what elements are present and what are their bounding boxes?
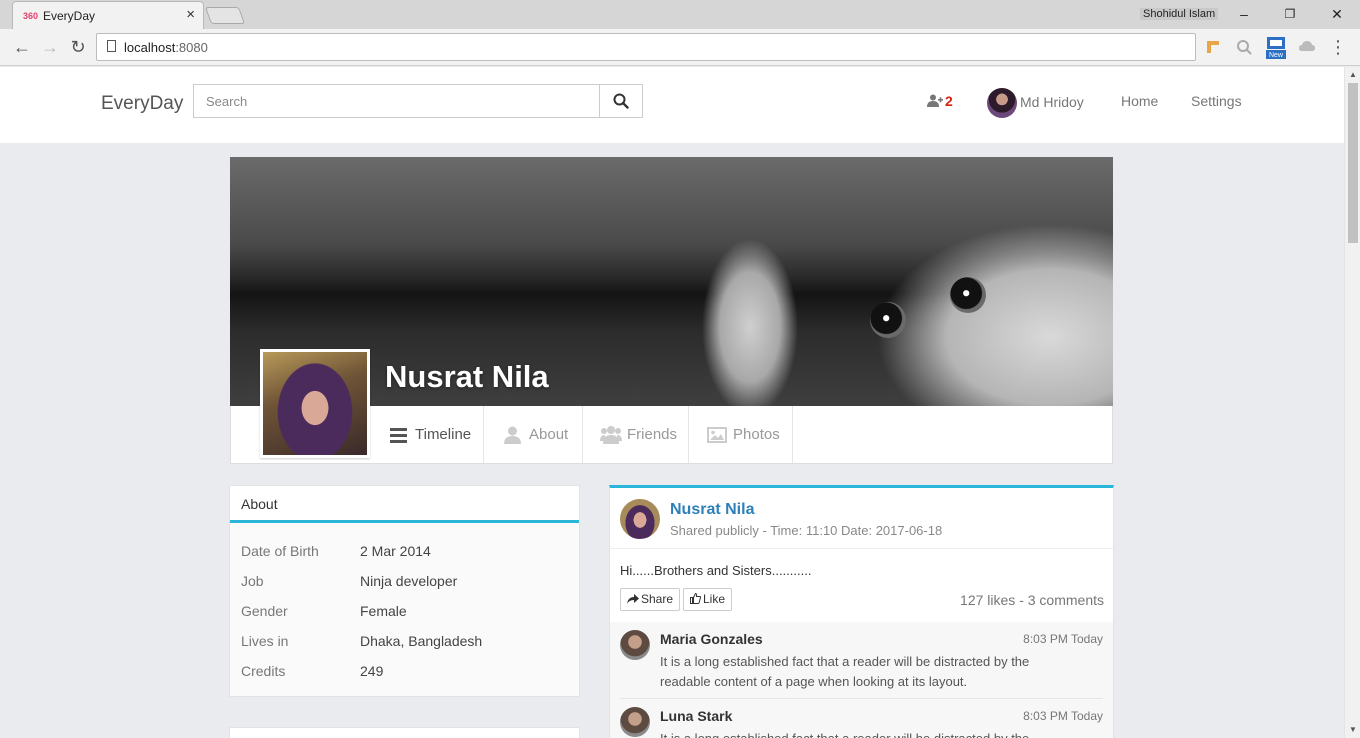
bars-icon [390,428,407,443]
restore-button[interactable]: ❐ [1280,4,1300,24]
about-value: Ninja developer [360,573,458,589]
divider [620,698,1103,699]
users-icon [600,426,622,444]
like-label: Like [703,592,726,606]
cover-cat-eye [950,277,986,313]
comments-list: Maria Gonzales 8:03 PM Today It is a lon… [610,622,1113,738]
nav-settings-link[interactable]: Settings [1191,93,1242,109]
page-content: EveryDay 2 Md Hridoy Home Settings Nusra… [0,67,1344,738]
user-name-link[interactable]: Md Hridoy [1020,94,1084,110]
brand-logo[interactable]: EveryDay [101,93,183,115]
tab-photos[interactable]: Photos [689,406,793,463]
extension-badge: New [1269,52,1284,59]
about-value: 2 Mar 2014 [360,543,431,559]
tab-label: Friends [627,426,678,443]
post-card: Nusrat Nila Shared publicly - Time: 11:1… [609,485,1114,738]
new-tab-button[interactable] [204,7,246,24]
user-icon [504,426,521,444]
post-author-link[interactable]: Nusrat Nila [670,501,754,519]
comment-text: It is a long established fact that a rea… [660,654,1030,689]
screenshot-extension-icon[interactable]: New [1266,35,1286,59]
search-button[interactable] [599,84,643,118]
browser-toolbar: ← → ↻ localhost:8080 New ⋮ [0,29,1360,66]
comment-time: 8:03 PM Today [1023,709,1103,723]
about-value: Dhaka, Bangladesh [360,633,483,649]
about-key: Gender [241,603,288,619]
about-key: Lives in [241,633,289,649]
divider [610,548,1113,549]
tab-label: About [529,426,569,443]
about-value: Female [360,603,407,619]
comment-text: It is a long established fact that a rea… [660,729,1070,738]
profile-picture-image [263,352,367,455]
post-meta: Shared publicly - Time: 11:10 Date: 2017… [670,523,943,538]
about-value: 249 [360,663,384,679]
comment-time: 8:03 PM Today [1023,632,1103,646]
site-navbar: EveryDay 2 Md Hridoy Home Settings [0,67,1344,143]
search-icon [613,93,629,109]
secondary-card [229,727,580,738]
browser-profile-name[interactable]: Shohidul Islam [1140,8,1219,20]
url-text: localhost:8080 [124,40,208,55]
post-author-avatar[interactable] [620,499,660,539]
nav-home-link[interactable]: Home [1121,93,1158,109]
tab-about[interactable]: About [484,406,583,463]
about-key: Date of Birth [241,543,319,559]
close-window-button[interactable]: ✕ [1327,4,1347,24]
thumbs-up-icon [690,592,702,604]
friend-requests-count: 2 [945,93,953,109]
share-label: Share [641,592,674,606]
commenter-avatar[interactable] [620,630,650,660]
browser-tab[interactable]: 360 EveryDay × [12,1,204,29]
search-field[interactable] [193,84,600,118]
post-text: Hi......Brothers and Sisters........... [620,563,812,578]
scroll-up-arrow-icon[interactable]: ▲ [1349,70,1357,79]
about-heading: About [230,486,579,523]
scroll-thumb[interactable] [1348,83,1358,243]
profile-name: Nusrat Nila [385,359,549,394]
about-key: Job [241,573,264,589]
tab-close-icon[interactable]: × [186,7,195,23]
post-stats[interactable]: 127 likes - 3 comments [960,592,1104,608]
cover-cat-eye [870,302,906,338]
browser-menu-icon[interactable]: ⋮ [1328,37,1348,57]
zoom-extension-icon[interactable] [1235,38,1253,56]
about-key: Credits [241,663,286,679]
about-card: About Date of Birth 2 Mar 2014 Job Ninja… [229,485,580,697]
commenter-name[interactable]: Maria Gonzales [660,631,763,647]
share-icon [627,594,639,604]
tab-label: Timeline [415,426,472,443]
friend-requests[interactable]: 2 [927,93,953,109]
address-bar[interactable]: localhost:8080 [96,33,1196,61]
bookmark-extension-icon[interactable] [1204,38,1222,56]
tab-title: EveryDay [43,9,96,23]
url-port: :8080 [175,40,208,55]
user-avatar[interactable] [987,88,1017,118]
like-button[interactable]: Like [683,588,733,611]
image-icon [707,427,727,443]
back-arrow-icon[interactable]: ← [12,37,32,57]
tab-label: Photos [733,426,780,443]
add-friend-icon [927,94,943,107]
favicon-icon: 360 [23,11,39,21]
url-host: localhost [124,40,176,55]
browser-titlebar: 360 EveryDay × Shohidul Islam – ❐ ✕ [0,0,1360,29]
commenter-avatar[interactable] [620,707,650,737]
share-button[interactable]: Share [620,588,681,611]
tab-friends[interactable]: Friends [583,406,689,463]
commenter-name[interactable]: Luna Stark [660,708,732,724]
tab-timeline[interactable]: Timeline [371,406,484,463]
minimize-button[interactable]: – [1234,4,1254,24]
page-icon [107,40,116,52]
profile-picture[interactable] [260,349,370,458]
forward-arrow-icon[interactable]: → [40,37,60,57]
search-input[interactable] [194,85,599,117]
scroll-down-arrow-icon[interactable]: ▼ [1349,725,1357,734]
page-scrollbar[interactable]: ▲ ▼ [1344,67,1360,738]
cloud-extension-icon[interactable] [1298,38,1316,56]
reload-icon[interactable]: ↻ [68,37,88,57]
